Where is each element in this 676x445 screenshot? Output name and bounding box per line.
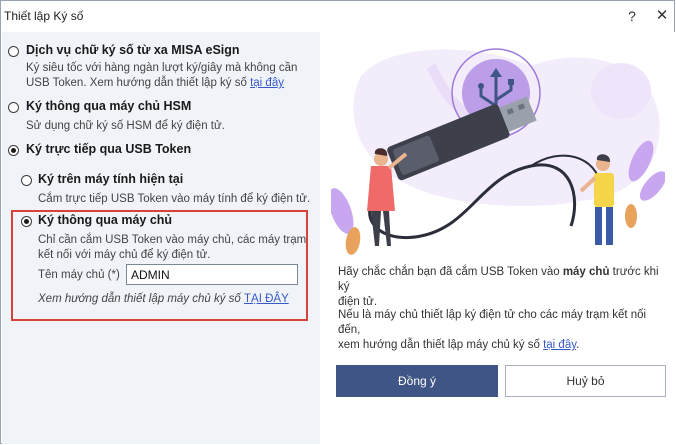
dialog-title: Thiết lập Ký số xyxy=(4,9,84,23)
note1-prefix: Hãy chắc chắn bạn đã cắm USB Token vào xyxy=(338,266,563,278)
setup-signing-dialog: Thiết lập Ký số ? ✕ Dịch vụ chữ ký số từ… xyxy=(0,0,675,444)
server-name-label: Tên máy chủ (*) xyxy=(38,269,120,281)
option-misa-esign-desc: Ký siêu tốc với hàng ngàn lượt ký/giây m… xyxy=(26,61,316,91)
misa-desc-line1: Ký siêu tốc với hàng ngàn lượt ký/giây m… xyxy=(26,62,298,74)
note2-end: . xyxy=(576,339,580,351)
option-usb-token-label[interactable]: Ký trực tiếp qua USB Token xyxy=(26,142,191,156)
option-current-computer-label[interactable]: Ký trên máy tính hiện tại xyxy=(38,172,183,186)
info-panel: Hãy chắc chắn bạn đã cắm USB Token vào m… xyxy=(320,32,675,444)
usb-reminder-note: Hãy chắc chắn bạn đã cắm USB Token vào m… xyxy=(338,265,668,310)
radio-hsm[interactable] xyxy=(8,102,19,113)
cancel-button[interactable]: Huỷ bỏ xyxy=(505,365,666,397)
note1-line2: điện tử. xyxy=(338,296,378,308)
misa-desc-line2: USB Token. Xem hướng dẫn thiết lập ký số xyxy=(26,77,251,89)
note1-bold: máy chủ xyxy=(562,266,610,278)
note2-line1: Nếu là máy chủ thiết lập ký điện tử cho … xyxy=(338,309,647,336)
close-button[interactable]: ✕ xyxy=(652,6,672,26)
radio-misa-esign[interactable] xyxy=(8,46,19,57)
server-guide-link[interactable]: TẠI ĐÂY xyxy=(244,293,289,305)
radio-usb-token[interactable] xyxy=(8,145,19,156)
server-name-input[interactable] xyxy=(126,264,298,285)
usb-token-illustration xyxy=(331,48,665,255)
option-hsm-label[interactable]: Ký thông qua máy chủ HSM xyxy=(26,99,191,113)
server-setup-link[interactable]: tại đây xyxy=(543,339,576,351)
option-hsm-desc: Sử dụng chữ ký số HSM để ký điện tử. xyxy=(26,120,225,132)
option-misa-esign-label[interactable]: Dịch vụ chữ ký số từ xa MISA eSign xyxy=(26,43,240,57)
server-setup-note: Nếu là máy chủ thiết lập ký điện tử cho … xyxy=(338,308,668,353)
server-guide-text: Xem hướng dẫn thiết lập máy chủ ký số TẠ… xyxy=(38,293,289,305)
server-guide-prefix: Xem hướng dẫn thiết lập máy chủ ký số xyxy=(38,293,245,305)
misa-guide-link[interactable]: tại đây xyxy=(250,77,284,89)
note2-line2: xem hướng dẫn thiết lập máy chủ ký số xyxy=(338,339,544,351)
option-current-computer-desc: Cắm trực tiếp USB Token vào máy tính để … xyxy=(38,193,311,205)
radio-current-computer[interactable] xyxy=(21,175,32,186)
agree-button[interactable]: Đồng ý xyxy=(336,365,498,397)
help-button[interactable]: ? xyxy=(624,6,640,26)
title-bar: Thiết lập Ký số ? ✕ xyxy=(1,1,674,31)
